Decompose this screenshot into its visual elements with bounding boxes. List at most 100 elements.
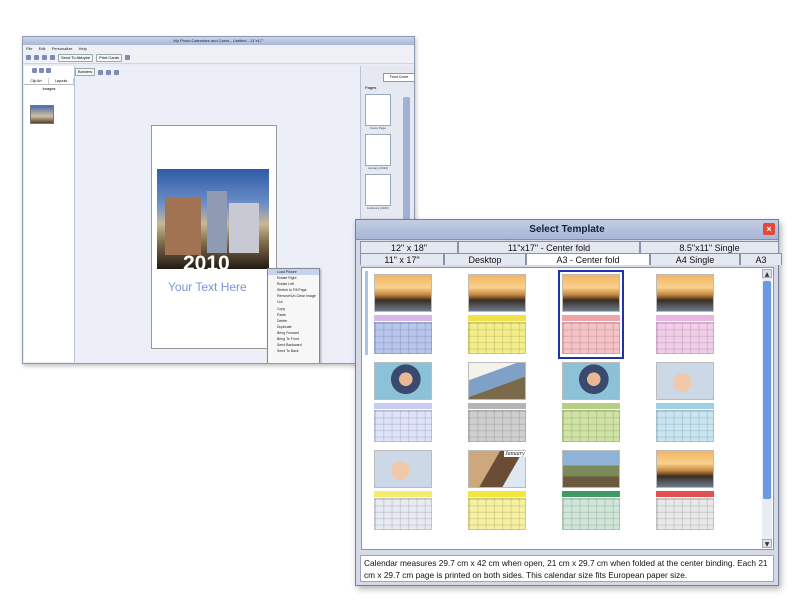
tab-a4-single[interactable]: A4 Single [650,253,740,265]
images-label[interactable]: Images [24,86,74,91]
cover-photo[interactable]: 2010 [157,169,269,275]
new-icon[interactable] [26,55,31,60]
template-card[interactable] [372,272,434,357]
calendar-cells [468,498,526,530]
zoom-icon[interactable] [125,55,131,60]
tab-12x18[interactable]: 12" x 18" [360,241,458,253]
month-label: January [504,451,526,457]
save-icon[interactable] [42,55,47,60]
menu-personalize[interactable]: Personalize [52,46,73,51]
page-thumb-february[interactable] [365,174,391,206]
calendar-page: 2010 Your Text Here [151,125,277,349]
template-photo [374,450,432,488]
template-card[interactable]: January [466,448,528,533]
tab-11x17[interactable]: 11" x 17" [360,253,444,265]
tab-8-5x11-single[interactable]: 8.5"x11" Single [640,241,779,253]
pages-label: Pages [365,85,377,90]
template-photo [656,450,714,488]
open-icon[interactable] [34,55,39,60]
tab-a3[interactable]: A3 [740,253,782,265]
tab-11x17-center-fold[interactable]: 11"x17" - Center fold [458,241,640,253]
template-photo [468,274,526,312]
calendar-header-strip [468,315,526,321]
tab-clip-art[interactable]: Clip Art [24,78,49,84]
template-card[interactable] [654,272,716,357]
your-text-placeholder[interactable]: Your Text Here [168,280,247,294]
scroll-up-icon[interactable]: ▲ [762,269,772,278]
template-card[interactable] [654,448,716,533]
template-card[interactable] [466,360,528,445]
template-calendar-grid [468,403,526,443]
rotate-icon[interactable] [114,69,120,75]
calendar-cells [562,498,620,530]
calendar-cells [562,322,620,354]
scroll-down-icon[interactable]: ▼ [762,539,772,548]
close-icon[interactable]: × [763,223,775,235]
template-calendar-grid [468,315,526,355]
zoom-in-icon[interactable] [39,68,44,73]
print-cards-button[interactable]: Print Cards [96,53,123,62]
grid-icon[interactable] [32,68,37,73]
scroll-thumb[interactable] [763,281,771,499]
template-calendar-grid [656,403,714,443]
menu-edit[interactable]: Edit [39,46,46,51]
menu-file[interactable]: File [26,46,32,51]
template-card[interactable] [560,448,622,533]
page-caption: Cover Page [370,126,386,130]
template-calendar-grid [562,491,620,531]
template-card[interactable] [654,360,716,445]
template-calendar-grid [374,315,432,355]
calendar-cells [374,498,432,530]
template-card[interactable] [466,272,528,357]
tab-row-sizes-2: 11" x 17" Desktop A3 - Center fold A4 Si… [360,253,782,265]
tab-desktop[interactable]: Desktop [444,253,526,265]
calendar-header-strip [468,403,526,409]
menu-help[interactable]: Help [79,46,87,51]
template-photo [374,274,432,312]
calendar-header-strip [374,403,432,409]
editor-menu-bar: File Edit Personalize Help [23,45,414,52]
template-calendar-grid [374,403,432,443]
page-thumb-january[interactable] [365,134,391,166]
template-card[interactable] [372,360,434,445]
menu-item[interactable]: Send To Back [268,348,319,354]
slider-icon[interactable] [106,69,112,75]
calendar-header-strip [562,315,620,321]
image-thumbnail[interactable] [30,105,54,124]
template-card[interactable] [560,360,622,445]
line-icon[interactable] [98,69,104,75]
calendar-cells [656,322,714,354]
template-calendar-grid [374,491,432,531]
template-photo [562,362,620,400]
select-template-dialog: Select Template × 12" x 18" 11"x17" - Ce… [355,219,782,586]
calendar-header-strip [656,491,714,497]
calendar-header-strip [562,403,620,409]
calendar-header-strip [562,491,620,497]
editor-title-bar: My Photo Calendars and Cards - Untitled … [23,37,414,45]
calendar-cells [374,410,432,442]
template-photo [562,450,620,488]
calendar-cells [562,410,620,442]
page-dropdown[interactable]: Front Cover [383,73,414,82]
template-card[interactable] [558,270,624,359]
page-thumb-cover[interactable] [365,94,391,126]
format-toolbar: Borders [75,67,120,77]
left-panel: Clip Art Layouts Images [24,66,75,362]
tab-a3-center-fold[interactable]: A3 - Center fold [526,253,650,265]
page-caption: January (2010) [367,166,389,170]
template-scrollbar[interactable]: ▲ ▼ [762,269,772,548]
calendar-header-strip [656,315,714,321]
calendar-cells [468,322,526,354]
tab-row-sizes-1: 12" x 18" 11"x17" - Center fold 8.5"x11"… [360,241,779,253]
tab-layouts[interactable]: Layouts [49,78,74,84]
template-calendar-grid [656,315,714,355]
send-button[interactable]: Send To Abbybe [58,53,94,62]
print-icon[interactable] [50,55,55,60]
zoom-out-icon[interactable] [46,68,51,73]
borders-select[interactable]: Borders [75,68,96,76]
template-card[interactable] [372,448,434,533]
template-photo [374,362,432,400]
template-photo [656,362,714,400]
template-calendar-grid [562,315,620,355]
template-photo [468,362,526,400]
